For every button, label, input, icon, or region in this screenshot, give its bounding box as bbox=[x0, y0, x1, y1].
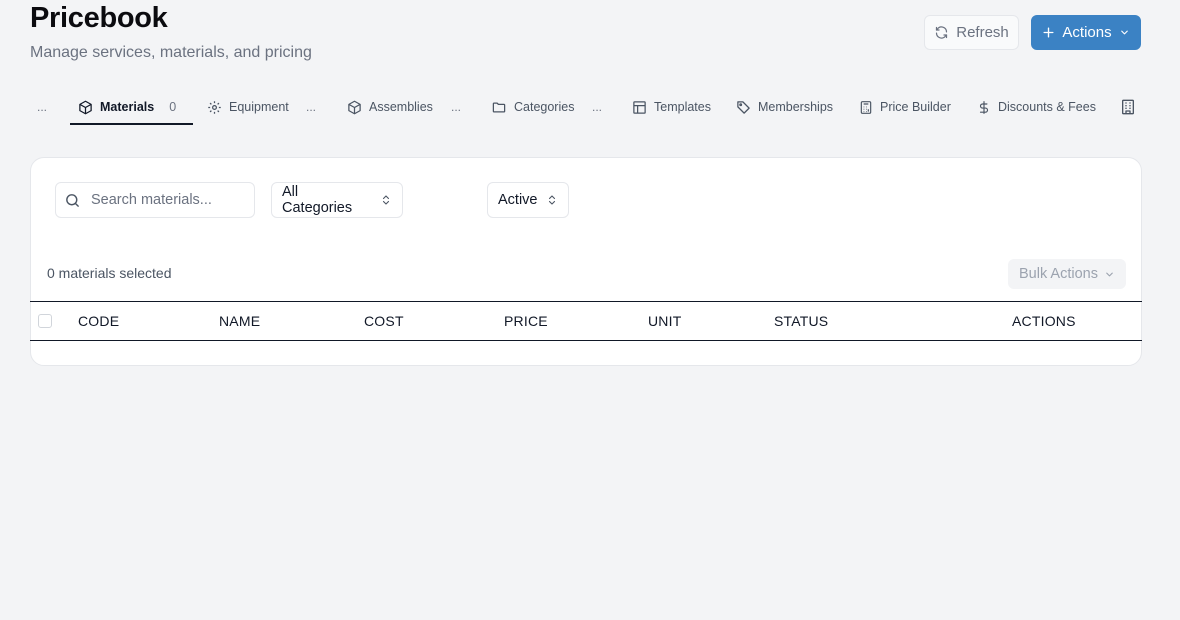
column-header-unit[interactable]: UNIT bbox=[648, 302, 681, 340]
actions-label: Actions bbox=[1062, 24, 1112, 41]
column-header-price[interactable]: PRICE bbox=[504, 302, 548, 340]
table-header: CODE NAME COST PRICE UNIT STATUS ACTIONS bbox=[30, 301, 1142, 341]
column-header-name[interactable]: NAME bbox=[219, 302, 260, 340]
tab-label: Assemblies bbox=[369, 100, 433, 114]
tab-count: 0 bbox=[169, 100, 177, 114]
column-header-actions: ACTIONS bbox=[1012, 313, 1076, 329]
chevrons-up-down-icon bbox=[380, 193, 392, 207]
category-select-value: All Categories bbox=[282, 184, 353, 216]
tab-overflow-building[interactable] bbox=[1120, 92, 1136, 122]
tab-equipment-more[interactable]: ... bbox=[306, 92, 316, 122]
tab-templates[interactable]: Templates bbox=[632, 92, 711, 122]
tag-icon bbox=[736, 100, 751, 115]
calculator-icon bbox=[859, 100, 873, 115]
page-subtitle: Manage services, materials, and pricing bbox=[30, 44, 312, 61]
box-icon bbox=[347, 100, 362, 115]
selected-count: 0 materials selected bbox=[47, 265, 172, 281]
tab-discounts-fees[interactable]: Discounts & Fees bbox=[977, 92, 1096, 122]
bulk-actions-label: Bulk Actions bbox=[1019, 266, 1098, 282]
column-header-status[interactable]: STATUS bbox=[774, 302, 828, 340]
refresh-button[interactable]: Refresh bbox=[924, 15, 1019, 50]
tab-equipment[interactable]: Equipment bbox=[207, 92, 289, 122]
materials-card: All Categories Active 0 materials select… bbox=[30, 157, 1142, 366]
chevron-down-icon bbox=[1104, 269, 1115, 280]
folder-icon bbox=[491, 100, 507, 115]
select-all-checkbox[interactable] bbox=[38, 314, 52, 328]
tabs-scroll-left[interactable]: ... bbox=[37, 92, 47, 122]
tab-label: Materials bbox=[100, 100, 155, 114]
chevron-down-icon bbox=[1119, 27, 1130, 38]
category-select[interactable]: All Categories bbox=[271, 182, 403, 218]
gear-icon bbox=[207, 100, 222, 115]
refresh-label: Refresh bbox=[956, 24, 1009, 41]
tab-label: Equipment bbox=[229, 100, 289, 114]
plus-icon bbox=[1042, 26, 1055, 39]
box-icon bbox=[78, 100, 93, 115]
pricebook-tabs: ... Materials 0 Equipment ... Assemblies… bbox=[0, 92, 1180, 126]
tab-assemblies-more[interactable]: ... bbox=[451, 92, 461, 122]
tab-label: Discounts & Fees bbox=[998, 100, 1096, 114]
tab-label: Templates bbox=[654, 100, 711, 114]
column-header-cost[interactable]: COST bbox=[364, 302, 404, 340]
column-header-code[interactable]: CODE bbox=[78, 302, 119, 340]
page-title: Pricebook bbox=[30, 2, 168, 34]
search-icon bbox=[64, 192, 81, 209]
tab-materials[interactable]: Materials 0 bbox=[78, 92, 176, 122]
status-select-value: Active bbox=[498, 192, 538, 208]
dollar-icon bbox=[977, 100, 991, 115]
tab-label: Price Builder bbox=[880, 100, 951, 114]
refresh-icon bbox=[934, 25, 949, 40]
tab-label: Categories bbox=[514, 100, 575, 114]
search-input[interactable] bbox=[89, 191, 243, 209]
search-field[interactable] bbox=[55, 182, 255, 218]
tab-categories[interactable]: Categories bbox=[491, 92, 574, 122]
active-tab-indicator bbox=[70, 123, 193, 125]
tab-label: Memberships bbox=[758, 100, 834, 114]
tab-categories-more[interactable]: ... bbox=[592, 92, 602, 122]
tab-memberships[interactable]: Memberships bbox=[736, 92, 833, 122]
chevrons-up-down-icon bbox=[546, 193, 558, 207]
layout-icon bbox=[632, 100, 647, 115]
status-select[interactable]: Active bbox=[487, 182, 569, 218]
bulk-actions-button[interactable]: Bulk Actions bbox=[1008, 259, 1126, 289]
tab-assemblies[interactable]: Assemblies bbox=[347, 92, 433, 122]
tab-price-builder[interactable]: Price Builder bbox=[859, 92, 951, 122]
actions-button[interactable]: Actions bbox=[1031, 15, 1141, 50]
building-icon bbox=[1120, 99, 1136, 115]
